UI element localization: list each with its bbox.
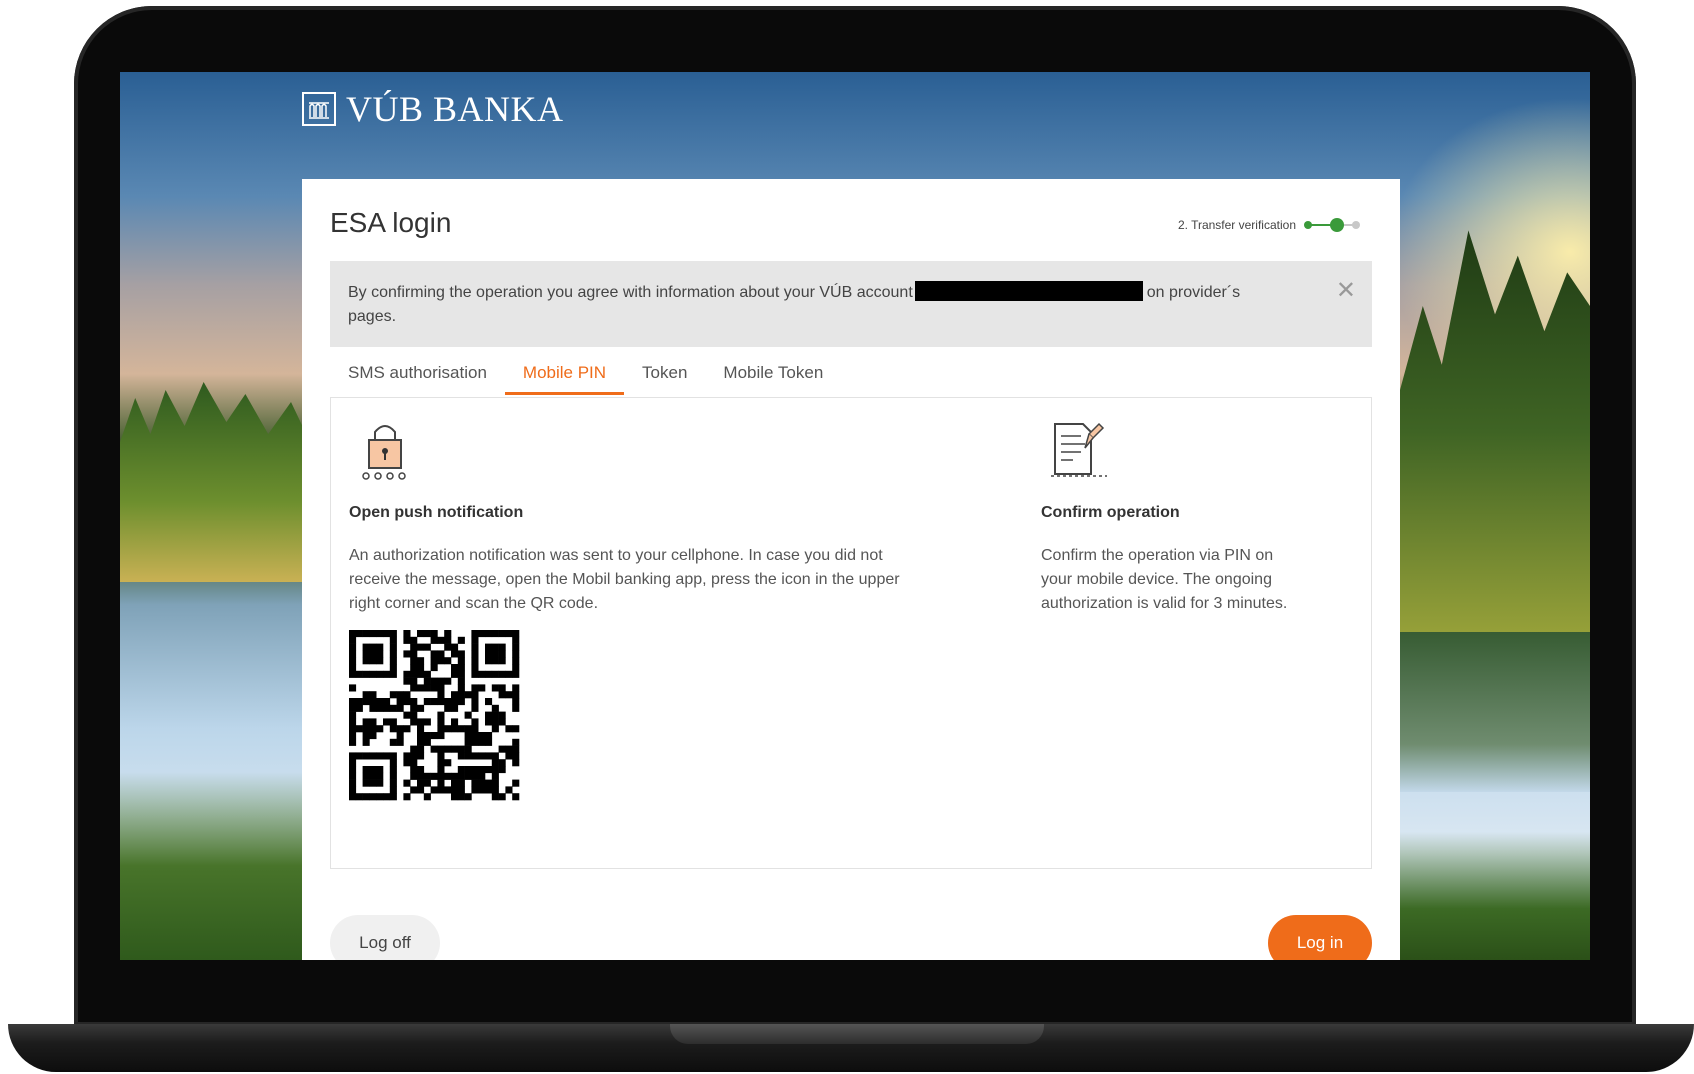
login-card: ESA login 2. Transfer verification By co…: [302, 179, 1400, 960]
progress-step-2: [1330, 218, 1344, 232]
step-text: Confirm the operation via PIN on your mo…: [1041, 547, 1288, 612]
background-grass-right: [1400, 832, 1590, 960]
background-grass-left: [120, 772, 310, 960]
tab-sms-authorisation[interactable]: SMS authorisation: [330, 351, 505, 395]
tab-mobile-pin[interactable]: Mobile PIN: [504, 351, 625, 395]
bank-logo: VÚB BANKA: [302, 88, 564, 130]
document-sign-icon: [1041, 418, 1301, 482]
step-confirm-operation: Confirm operation Confirm the operation …: [1041, 418, 1301, 616]
progress-label: 2. Transfer verification: [1177, 218, 1296, 232]
padlock-pin-icon: [349, 418, 909, 482]
background-trees-left: [120, 382, 310, 582]
progress-step-3: [1352, 221, 1360, 229]
progress-track: [1304, 217, 1360, 233]
screen: VÚB BANKA ESA login 2. Transfer verifica…: [120, 72, 1590, 960]
step-text: An authorization notification was sent t…: [349, 547, 900, 612]
step-open-push: Open push notification An authorization …: [349, 418, 909, 804]
redacted-account: [914, 281, 1143, 301]
progress-indicator: 2. Transfer verification: [1178, 217, 1360, 233]
progress-step-1: [1304, 221, 1312, 229]
background-reflection: [1400, 632, 1590, 792]
close-icon[interactable]: ✕: [1336, 279, 1356, 303]
log-off-button[interactable]: Log off: [330, 915, 440, 960]
tab-token[interactable]: Token: [624, 351, 705, 395]
auth-tabs: SMS authorisation Mobile PIN Token Mobil…: [330, 351, 841, 395]
info-text-before: By confirming the operation you agree wi…: [348, 284, 913, 301]
log-in-button[interactable]: Log in: [1268, 915, 1372, 960]
qr-code: [349, 630, 521, 804]
tab-mobile-token[interactable]: Mobile Token: [705, 351, 841, 395]
tab-panel-mobile-pin: Open push notification An authorization …: [330, 397, 1372, 869]
info-banner: By confirming the operation you agree wi…: [330, 261, 1372, 347]
step-title: Open push notification: [349, 504, 524, 521]
laptop-notch: [670, 1024, 1044, 1044]
step-title: Confirm operation: [1041, 504, 1180, 521]
page-title: ESA login: [330, 207, 452, 238]
logo-text: VÚB BANKA: [346, 89, 564, 129]
background-trees-right: [1400, 230, 1590, 642]
bank-building-icon: [302, 92, 336, 126]
